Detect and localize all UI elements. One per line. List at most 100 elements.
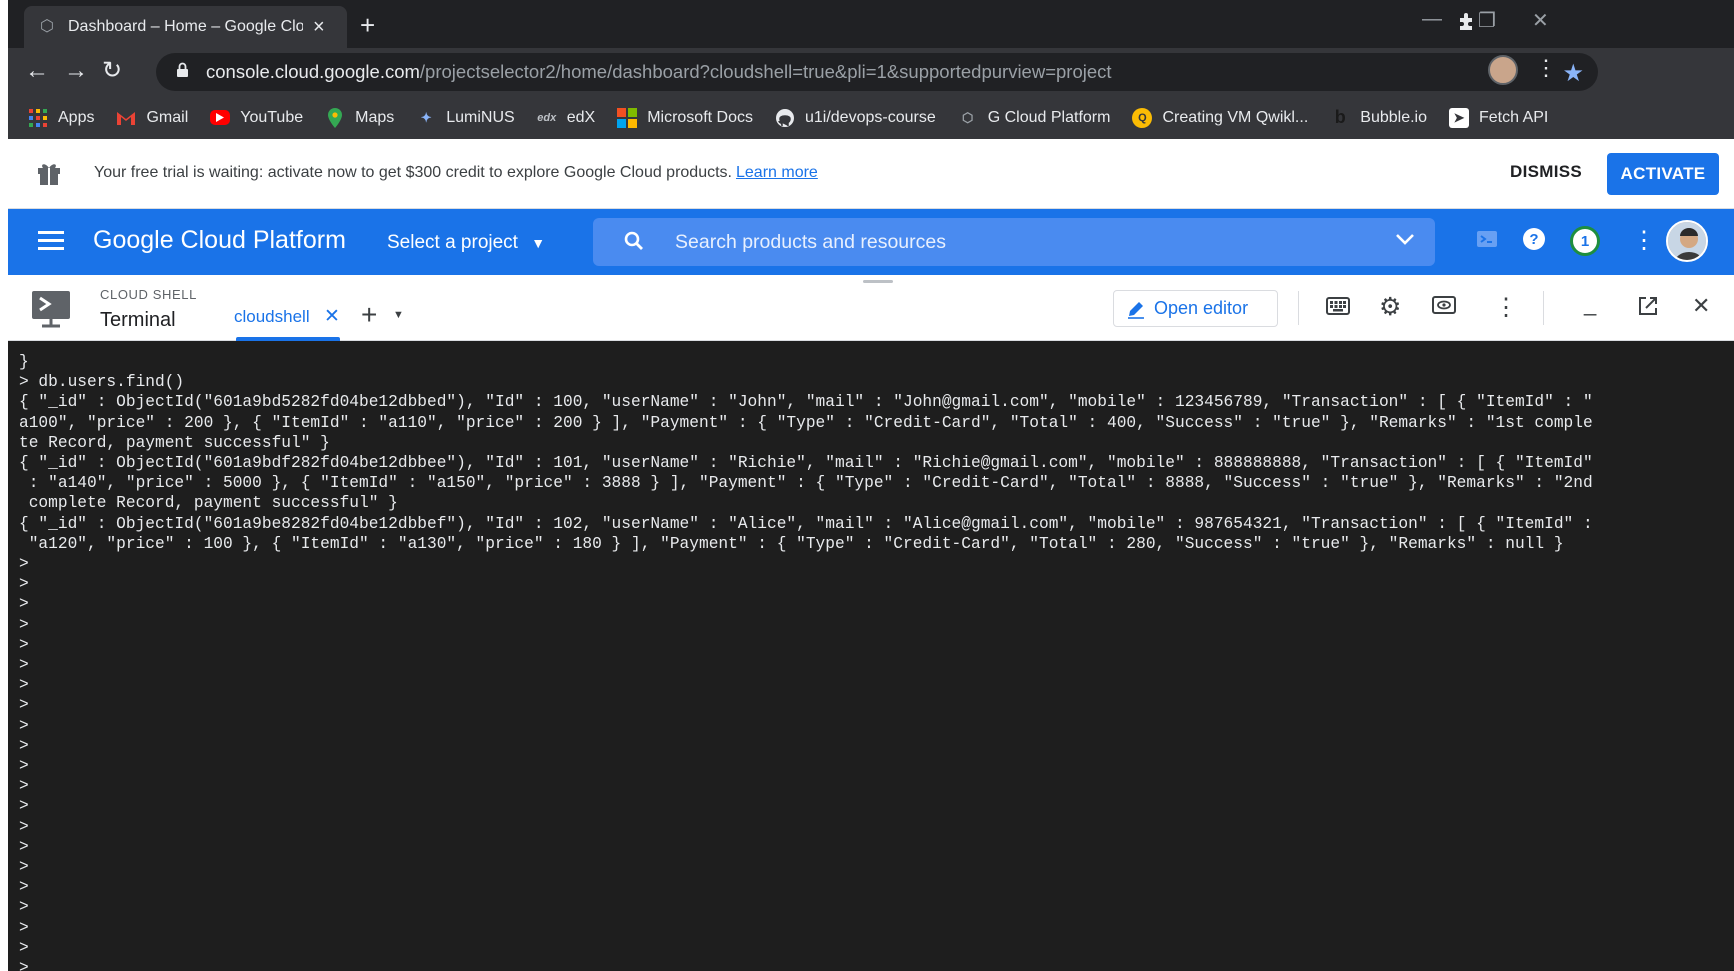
settings-gear-icon[interactable]: ⚙ xyxy=(1379,292,1401,322)
add-tab-icon[interactable]: + xyxy=(361,299,377,331)
bookmark-edx[interactable]: edx edX xyxy=(537,108,595,128)
terminal-line: { "_id" : ObjectId("601a9bd5282fd04be12d… xyxy=(19,393,1593,412)
terminal-line: > xyxy=(19,676,29,695)
cloud-shell-icon[interactable] xyxy=(1476,229,1498,255)
divider xyxy=(1543,291,1544,325)
forward-icon[interactable]: → xyxy=(64,58,88,84)
cloud-shell-terminal-icon xyxy=(30,289,72,329)
terminal-line: > xyxy=(19,898,29,917)
terminal-line: > xyxy=(19,959,29,971)
address-bar[interactable]: console.cloud.google.com/projectselector… xyxy=(156,53,1598,91)
terminal-line: > xyxy=(19,797,29,816)
maps-icon xyxy=(325,107,345,128)
project-selector-label: Select a project xyxy=(387,232,518,253)
terminal-line: > xyxy=(19,817,29,836)
browser-chrome: ⬡ Dashboard – Home – Google Clo × + — ❐ … xyxy=(8,0,1734,139)
bookmark-label: G Cloud Platform xyxy=(987,108,1111,126)
more-vert-icon[interactable]: ⋮ xyxy=(1632,226,1656,255)
qwiklabs-icon: Q xyxy=(1132,107,1153,128)
avatar[interactable] xyxy=(1666,220,1708,262)
bookmark-gcp[interactable]: ⬡ G Cloud Platform xyxy=(958,108,1111,128)
url-host: console.cloud.google.com xyxy=(206,61,420,82)
open-new-window-icon[interactable] xyxy=(1637,295,1659,323)
reload-icon[interactable]: ↻ xyxy=(102,58,122,84)
resize-handle[interactable] xyxy=(863,280,893,283)
close-icon[interactable]: ✕ xyxy=(1692,293,1710,319)
keyboard-icon[interactable] xyxy=(1326,295,1350,321)
chrome-menu-icon[interactable]: ⋮ xyxy=(1535,55,1557,81)
divider xyxy=(1298,291,1299,325)
edx-icon: edx xyxy=(537,111,557,124)
terminal-line: { "_id" : ObjectId("601a9be8282fd04be12d… xyxy=(19,514,1593,533)
dismiss-button[interactable]: DISMISS xyxy=(1510,162,1582,182)
svg-text:?: ? xyxy=(1529,231,1538,248)
bookmark-label: Apps xyxy=(58,108,95,126)
restore-window-icon[interactable]: ❐ xyxy=(1478,8,1496,33)
tab-dropdown-icon[interactable]: ▼ xyxy=(393,309,404,321)
activate-button[interactable]: ACTIVATE xyxy=(1607,153,1719,195)
cloud-shell-label: CLOUD SHELL xyxy=(100,287,197,302)
window-left-edge xyxy=(0,0,8,971)
tab-close-icon[interactable]: × xyxy=(313,17,325,37)
terminal-line: > xyxy=(19,757,29,776)
open-editor-button[interactable]: Open editor xyxy=(1113,290,1278,327)
open-editor-label: Open editor xyxy=(1154,298,1249,318)
bookmark-label: Bubble.io xyxy=(1360,108,1427,126)
minimize-window-icon[interactable]: — xyxy=(1422,8,1442,31)
extensions-icon[interactable] xyxy=(1456,10,1478,38)
close-window-icon[interactable]: ✕ xyxy=(1532,8,1549,33)
web-preview-icon[interactable] xyxy=(1432,295,1456,321)
bookmark-youtube[interactable]: YouTube xyxy=(210,109,303,127)
browser-tab-active[interactable]: ⬡ Dashboard – Home – Google Clo × xyxy=(24,6,347,48)
terminal-line: { "_id" : ObjectId("601a9bdf282fd04be12d… xyxy=(19,454,1593,473)
tab-title: Dashboard – Home – Google Clo xyxy=(68,18,303,35)
learn-more-link[interactable]: Learn more xyxy=(736,164,818,181)
banner-text: Your free trial is waiting: activate now… xyxy=(94,164,732,181)
youtube-icon xyxy=(210,110,231,125)
terminal-line: "a120", "price" : 100 }, { "ItemId" : "a… xyxy=(19,534,1564,553)
cloud-shell-bar: CLOUD SHELL Terminal cloudshell ✕ + ▼ Op… xyxy=(8,275,1734,341)
terminal-output[interactable]: } > db.users.find(){ "_id" : ObjectId("60… xyxy=(8,341,1734,971)
close-tab-icon[interactable]: ✕ xyxy=(324,305,340,328)
bookmark-label: YouTube xyxy=(240,108,304,126)
project-selector[interactable]: Select a project ▼ xyxy=(387,232,545,254)
more-vert-icon[interactable]: ⋮ xyxy=(1494,293,1518,322)
gmail-icon xyxy=(116,108,136,128)
notifications-badge[interactable]: 1 xyxy=(1570,226,1600,256)
bookmark-luminus[interactable]: ✦ LumiNUS xyxy=(416,108,515,128)
terminal-line: > xyxy=(19,777,29,796)
bookmark-microsoft-docs[interactable]: Microsoft Docs xyxy=(617,107,753,128)
terminal-line: > xyxy=(19,837,29,856)
bookmarks-bar: Apps Gmail YouTube Maps ✦ LumiNUS edx ed… xyxy=(8,96,1734,139)
search-input[interactable]: Search products and resources xyxy=(675,231,946,254)
minimize-icon[interactable]: _ xyxy=(1584,291,1596,317)
gcp-icon: ⬡ xyxy=(962,109,974,125)
search-bar[interactable]: Search products and resources xyxy=(593,218,1435,266)
url-path: /projectselector2/home/dashboard?cloudsh… xyxy=(419,61,1112,82)
terminal-line: > xyxy=(19,716,29,735)
bookmark-label: Gmail xyxy=(146,108,189,126)
bookmark-github[interactable]: u1i/devops-course xyxy=(775,108,936,128)
menu-icon[interactable] xyxy=(38,231,64,251)
bookmark-star-icon[interactable]: ★ xyxy=(1562,59,1584,88)
terminal-title: Terminal xyxy=(100,309,176,331)
bookmark-apps[interactable]: Apps xyxy=(28,108,94,128)
chrome-profile-avatar[interactable] xyxy=(1488,55,1518,85)
fetch-icon: ➤ xyxy=(1448,107,1469,128)
terminal-line: > xyxy=(19,615,29,634)
tab-cloudshell[interactable]: cloudshell xyxy=(234,307,310,327)
new-tab-icon[interactable]: + xyxy=(360,10,375,40)
bookmark-gmail[interactable]: Gmail xyxy=(116,108,188,128)
chevron-down-icon[interactable] xyxy=(1395,229,1415,252)
bookmark-maps[interactable]: Maps xyxy=(325,107,394,128)
terminal-line: > xyxy=(19,938,29,957)
help-icon[interactable]: ? xyxy=(1522,227,1546,257)
bookmark-qwiklabs[interactable]: Q Creating VM Qwikl... xyxy=(1132,107,1308,128)
gcp-title[interactable]: Google Cloud Platform xyxy=(93,226,346,255)
bookmark-bubble[interactable]: b Bubble.io xyxy=(1330,107,1427,128)
bookmark-label: edX xyxy=(566,108,596,126)
back-icon[interactable]: ← xyxy=(25,58,49,84)
gift-icon xyxy=(36,160,62,186)
bookmark-label: Fetch API xyxy=(1478,108,1549,126)
bookmark-fetch-api[interactable]: ➤ Fetch API xyxy=(1448,107,1549,128)
